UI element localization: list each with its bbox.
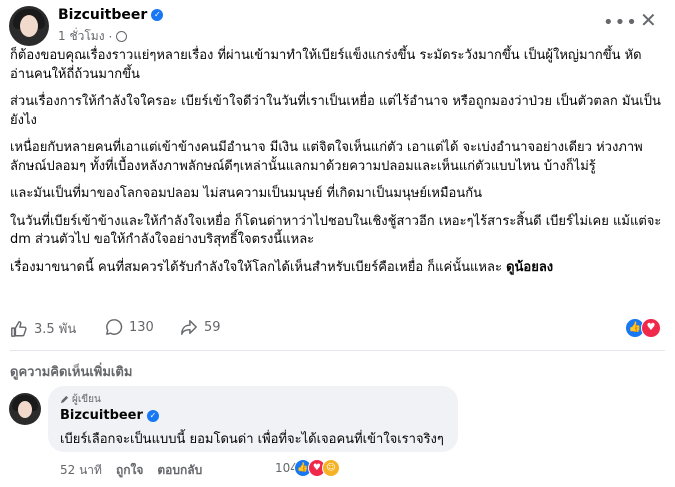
post-time[interactable]: 1 ชั่วโมง bbox=[58, 27, 105, 46]
share-icon bbox=[181, 319, 197, 335]
care-reaction-icon: ☺ bbox=[321, 459, 340, 477]
comment-count: 130 bbox=[129, 319, 154, 335]
thumbs-up-icon bbox=[11, 320, 27, 337]
close-icon[interactable]: ✕ bbox=[640, 8, 657, 32]
commenter-name[interactable]: Bizcuitbeer bbox=[60, 408, 143, 423]
see-less-link[interactable]: ดูน้อยลง bbox=[506, 260, 553, 275]
commenter-avatar[interactable] bbox=[9, 393, 41, 425]
post-actions: 3.5 พัน 130 59 bbox=[10, 318, 665, 340]
reaction-summary[interactable]: 👍 ♥ bbox=[625, 318, 661, 338]
author-name[interactable]: Bizcuitbeer bbox=[58, 7, 147, 23]
like-count: 3.5 พัน bbox=[34, 322, 77, 337]
post-header: Bizcuitbeer ✓ 1 ชั่วโมง · ••• ✕ bbox=[0, 0, 675, 54]
comment-like-button[interactable]: ถูกใจ bbox=[116, 461, 143, 480]
comment-reactions[interactable]: 104 👍 ♥ ☺ bbox=[275, 459, 340, 477]
love-reaction-icon: ♥ bbox=[641, 318, 661, 338]
more-options-icon[interactable]: ••• bbox=[603, 12, 638, 33]
author-avatar[interactable] bbox=[9, 6, 49, 46]
comment-time[interactable]: 52 นาที bbox=[60, 461, 102, 480]
comment-text: เบียร์เลือกจะเป็นแบบนี้ ยอมโดนด่า เพื่อท… bbox=[60, 432, 444, 447]
comment-actions: 52 นาที ถูกใจ ตอบกลับ bbox=[60, 461, 202, 480]
post-paragraph-last: เรื่องมาขนาดนี้ คนที่สมควรได้รับกำลังใจใ… bbox=[10, 259, 554, 275]
share-count: 59 bbox=[204, 319, 221, 335]
comment-button[interactable]: 130 bbox=[105, 318, 154, 336]
post-body: ก็ต้องขอบคุณเรื่องราวแย่ๆหลายเรื่อง ที่ผ… bbox=[10, 47, 665, 286]
post-paragraph: เหนื่อยกับหลายคนที่เอาแต่เข้าข้างคนมีอำน… bbox=[10, 140, 643, 174]
post-paragraph: และมันเป็นที่มาของโลกจอมปลอม ไม่สนความเป… bbox=[10, 186, 482, 201]
post-paragraph: ก็ต้องขอบคุณเรื่องราวแย่ๆหลายเรื่อง ที่ผ… bbox=[10, 48, 642, 82]
author-badge: ผู้เขียน bbox=[60, 392, 101, 407]
divider bbox=[10, 350, 665, 351]
verified-badge-icon: ✓ bbox=[151, 9, 164, 21]
share-button[interactable]: 59 bbox=[180, 318, 221, 336]
comment-icon bbox=[106, 319, 123, 335]
comment-bubble: ผู้เขียน Bizcuitbeer ✓ เบียร์เลือกจะเป็น… bbox=[48, 386, 458, 452]
globe-icon bbox=[116, 31, 128, 42]
view-more-comments-link[interactable]: ดูความคิดเห็นเพิ่มเติม bbox=[10, 361, 132, 382]
pen-icon bbox=[60, 395, 69, 404]
post-paragraph: ส่วนเรื่องการให้กำลังใจใครอะ เบียร์เข้าใ… bbox=[10, 94, 661, 128]
like-button[interactable]: 3.5 พัน bbox=[10, 318, 76, 339]
verified-badge-icon: ✓ bbox=[146, 409, 159, 422]
post-paragraph: ในวันที่เบียร์เข้าข้างและให้กำลังใจเหยื่… bbox=[10, 213, 662, 248]
comment-reply-button[interactable]: ตอบกลับ bbox=[157, 461, 202, 480]
